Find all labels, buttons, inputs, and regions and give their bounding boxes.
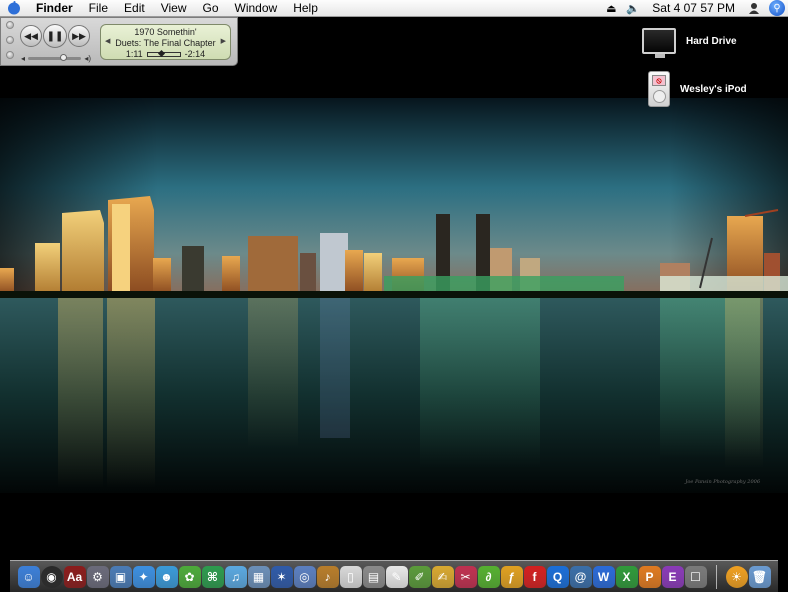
zoom-window-button[interactable]: [6, 51, 14, 59]
menu-file[interactable]: File: [81, 0, 116, 16]
automator-icon[interactable]: ⚙: [86, 565, 109, 588]
close-window-button[interactable]: [6, 21, 14, 29]
iphoto-icon[interactable]: ▦: [247, 565, 270, 588]
desktop-wallpaper: Joe Pansin Photography 2006: [0, 98, 788, 493]
apple-icon: [8, 1, 20, 15]
menu-view[interactable]: View: [153, 0, 195, 16]
city-skyline-image: Joe Pansin Photography 2006: [0, 98, 788, 493]
desktop-icon-label: Hard Drive: [686, 35, 737, 47]
entourage-icon[interactable]: E: [661, 565, 684, 588]
wallpaper-signature: Joe Pansin Photography 2006: [684, 479, 760, 485]
menu-edit[interactable]: Edit: [116, 0, 153, 16]
desktop-icon-label: Wesley's iPod: [680, 83, 747, 95]
accessibility-icon[interactable]: ☀: [725, 565, 748, 588]
dvd-player-icon[interactable]: ◎: [293, 565, 316, 588]
desktop-icon-ipod[interactable]: ⦸ Wesley's iPod: [648, 71, 747, 107]
volume-knob[interactable]: [59, 53, 67, 61]
progress-bar[interactable]: [146, 49, 181, 57]
pencil-app-icon[interactable]: ✐: [408, 565, 431, 588]
quicktime-icon[interactable]: Q: [546, 565, 569, 588]
textedit-icon[interactable]: ✎: [385, 565, 408, 588]
fast-forward-icon: ▶▶: [72, 30, 86, 41]
paint-app-icon[interactable]: ✍: [431, 565, 454, 588]
elapsed-time: 1:11: [125, 49, 143, 59]
itunes-mini-player: ◀◀ ❚❚ ▶▶ ◂ ◂) ◀ ▶ 1970 Somethin' Duets: …: [0, 17, 238, 66]
garageband-icon[interactable]: ♪: [316, 565, 339, 588]
eject-icon[interactable]: ⏏: [600, 0, 622, 16]
word-icon[interactable]: W: [592, 565, 615, 588]
menu-window[interactable]: Window: [227, 0, 286, 16]
msn-icon[interactable]: ☐: [684, 565, 707, 588]
pause-button[interactable]: ❚❚: [43, 24, 67, 48]
ipod-icon: ⦸: [648, 71, 670, 107]
menu-help[interactable]: Help: [285, 0, 326, 16]
volume-high-icon: ◂): [84, 53, 91, 63]
flash-icon[interactable]: f: [523, 565, 546, 588]
pause-icon: ❚❚: [46, 30, 64, 42]
track-album: Duets: The Final Chapter: [115, 38, 216, 48]
address-book-icon[interactable]: @: [569, 565, 592, 588]
volume-low-icon: ◂: [21, 53, 26, 63]
hard-drive-icon: [642, 28, 676, 58]
menu-clock[interactable]: Sat 4 07 57 PM: [644, 1, 743, 15]
powerpoint-icon[interactable]: P: [638, 565, 661, 588]
calculator-icon[interactable]: ▤: [362, 565, 385, 588]
now-playing-display[interactable]: ◀ ▶ 1970 Somethin' Duets: The Final Chap…: [100, 24, 231, 60]
remaining-time: -2:14: [184, 49, 206, 59]
utility-icon[interactable]: ⌘: [201, 565, 224, 588]
preview-icon[interactable]: ▣: [109, 565, 132, 588]
volume-track[interactable]: [28, 53, 82, 61]
minimize-window-button[interactable]: [6, 36, 14, 44]
previous-track-button[interactable]: ◀◀: [20, 25, 42, 47]
itunes-icon[interactable]: ♫: [224, 565, 247, 588]
dock-separator: [715, 564, 717, 589]
adium-icon[interactable]: ✿: [178, 565, 201, 588]
ichat-icon[interactable]: ☻: [155, 565, 178, 588]
track-title: 1970 Somethin': [134, 27, 197, 37]
excel-icon[interactable]: X: [615, 565, 638, 588]
menu-app-name[interactable]: Finder: [28, 0, 81, 16]
rewind-icon: ◀◀: [24, 30, 38, 41]
apple-menu[interactable]: [0, 0, 28, 16]
desktop-icon-hard-drive[interactable]: Hard Drive: [642, 28, 737, 58]
spotlight-icon[interactable]: ⚲: [769, 0, 785, 16]
menu-go[interactable]: Go: [195, 0, 227, 16]
progress-marker[interactable]: [157, 49, 165, 57]
volume-icon[interactable]: 🔈: [622, 0, 644, 16]
dreamweaver-icon[interactable]: ∂: [477, 565, 500, 588]
ipod-dock-icon[interactable]: ▯: [339, 565, 362, 588]
user-icon[interactable]: [743, 0, 765, 16]
next-track-button[interactable]: ▶▶: [68, 25, 90, 47]
safari-icon[interactable]: ✦: [132, 565, 155, 588]
finder-icon[interactable]: ☺: [17, 565, 40, 588]
dictionary-icon[interactable]: Aa: [63, 565, 86, 588]
dock: ☺ ◉ Aa ⚙ ▣ ✦ ☻ ✿ ⌘ ♫ ▦ ✶ ◎ ♪ ▯ ▤ ✎ ✐ ✍ ✂ ∂ ƒ f Q @ W X P E ☐ ☀ 🗑: [10, 560, 778, 592]
trash-icon[interactable]: 🗑: [748, 565, 771, 588]
fireworks-icon[interactable]: ƒ: [500, 565, 523, 588]
sketch-app-icon[interactable]: ✂: [454, 565, 477, 588]
volume-slider[interactable]: ◂ ◂): [21, 53, 91, 63]
imovie-icon[interactable]: ✶: [270, 565, 293, 588]
dashboard-icon[interactable]: ◉: [40, 565, 63, 588]
menu-bar: Finder File Edit View Go Window Help ⏏ 🔈…: [0, 0, 788, 17]
